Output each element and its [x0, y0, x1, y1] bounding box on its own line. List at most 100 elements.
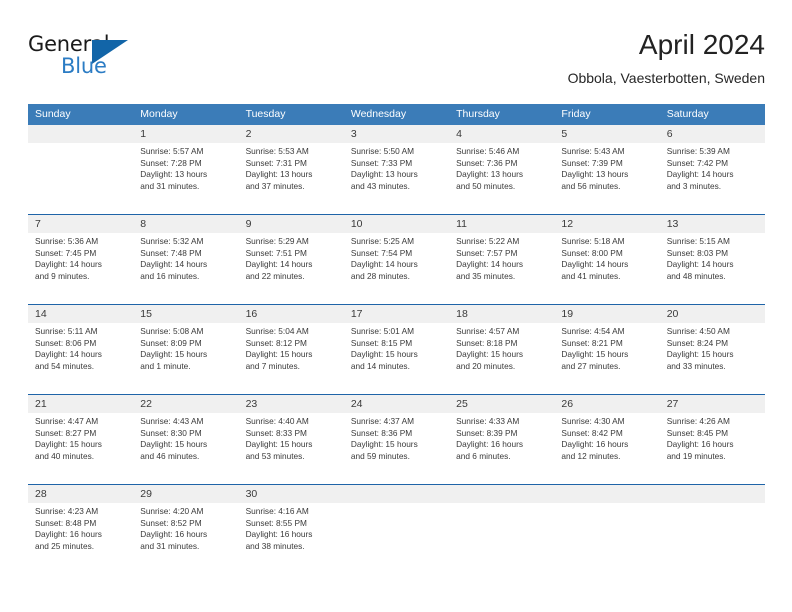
day-number[interactable]: 14 — [28, 304, 134, 323]
day-number[interactable]: 10 — [343, 214, 450, 233]
daylight-line1: Daylight: 13 hours — [350, 169, 418, 180]
day-cell[interactable]: Sunrise: 4:26 AM Sunset: 8:45 PM Dayligh… — [659, 413, 765, 485]
daylight-line1: Daylight: 15 hours — [350, 439, 418, 450]
daylight-line1: Daylight: 15 hours — [350, 349, 418, 360]
day-cell[interactable] — [554, 503, 660, 574]
day-cell[interactable]: Sunrise: 4:33 AM Sunset: 8:39 PM Dayligh… — [449, 413, 555, 485]
day-number[interactable]: 29 — [133, 484, 239, 503]
day-number[interactable]: 9 — [238, 214, 344, 233]
daylight-line1: Daylight: 15 hours — [666, 349, 734, 360]
day-cell[interactable] — [343, 503, 450, 574]
day-cell[interactable] — [449, 503, 555, 574]
day-cell[interactable]: Sunrise: 4:37 AM Sunset: 8:36 PM Dayligh… — [343, 413, 450, 485]
day-cell[interactable]: Sunrise: 4:40 AM Sunset: 8:33 PM Dayligh… — [238, 413, 344, 485]
sunrise-text: Sunrise: 5:22 AM — [456, 236, 520, 246]
day-number[interactable]: 5 — [554, 125, 660, 143]
calendar-table: Sunday Monday Tuesday Wednesday Thursday… — [28, 104, 765, 574]
day-number[interactable]: 6 — [659, 125, 765, 143]
sunset-text: Sunset: 8:18 PM — [456, 337, 518, 348]
day-number[interactable] — [28, 125, 134, 143]
day-number[interactable]: 21 — [28, 394, 134, 413]
day-cell[interactable]: Sunrise: 4:54 AM Sunset: 8:21 PM Dayligh… — [554, 323, 660, 395]
day-cell[interactable]: Sunrise: 5:04 AM Sunset: 8:12 PM Dayligh… — [238, 323, 344, 395]
day-cell[interactable]: Sunrise: 5:22 AM Sunset: 7:57 PM Dayligh… — [449, 233, 555, 305]
daylight-line1: Daylight: 15 hours — [561, 349, 629, 360]
day-cell[interactable]: Sunrise: 4:50 AM Sunset: 8:24 PM Dayligh… — [659, 323, 765, 395]
day-number[interactable]: 22 — [133, 394, 239, 413]
sunrise-text: Sunrise: 5:25 AM — [350, 236, 415, 246]
day-number[interactable]: 25 — [449, 394, 555, 413]
sunrise-text: Sunrise: 4:26 AM — [666, 416, 730, 426]
daylight-line2: and 3 minutes. — [666, 180, 722, 191]
day-number[interactable]: 24 — [343, 394, 450, 413]
sunset-text: Sunset: 8:03 PM — [666, 247, 729, 258]
day-number[interactable]: 1 — [133, 125, 239, 143]
day-cell[interactable]: Sunrise: 4:23 AM Sunset: 8:48 PM Dayligh… — [28, 503, 134, 574]
day-number[interactable]: 3 — [343, 125, 450, 143]
weekday-header-monday: Monday — [133, 104, 239, 125]
day-number[interactable]: 17 — [343, 304, 450, 323]
sunrise-text: Sunrise: 4:23 AM — [35, 506, 99, 516]
day-number[interactable] — [554, 484, 660, 503]
sunset-text: Sunset: 8:33 PM — [245, 427, 307, 438]
sunrise-text: Sunrise: 4:47 AM — [35, 416, 99, 426]
day-cell[interactable]: Sunrise: 5:29 AM Sunset: 7:51 PM Dayligh… — [238, 233, 344, 305]
day-cell[interactable] — [659, 503, 765, 574]
day-cell[interactable]: Sunrise: 5:25 AM Sunset: 7:54 PM Dayligh… — [343, 233, 450, 305]
sunset-text: Sunset: 8:30 PM — [140, 427, 202, 438]
day-cell[interactable]: Sunrise: 5:15 AM Sunset: 8:03 PM Dayligh… — [659, 233, 765, 305]
day-number[interactable]: 18 — [449, 304, 555, 323]
day-cell[interactable] — [28, 143, 134, 215]
brand-logo[interactable]: General Blue — [28, 32, 148, 84]
day-number[interactable]: 19 — [554, 304, 660, 323]
sunset-text: Sunset: 8:27 PM — [35, 427, 97, 438]
day-cell[interactable]: Sunrise: 4:30 AM Sunset: 8:42 PM Dayligh… — [554, 413, 660, 485]
day-number[interactable]: 12 — [554, 214, 660, 233]
day-number[interactable] — [343, 484, 450, 503]
day-cell[interactable]: Sunrise: 5:11 AM Sunset: 8:06 PM Dayligh… — [28, 323, 134, 395]
day-number[interactable] — [449, 484, 555, 503]
daylight-line1: Daylight: 13 hours — [561, 169, 629, 180]
week-1-info-row: Sunrise: 5:57 AM Sunset: 7:28 PM Dayligh… — [28, 143, 765, 215]
day-cell[interactable]: Sunrise: 5:50 AM Sunset: 7:33 PM Dayligh… — [343, 143, 450, 215]
daylight-line1: Daylight: 14 hours — [666, 259, 734, 270]
day-cell[interactable]: Sunrise: 5:53 AM Sunset: 7:31 PM Dayligh… — [238, 143, 344, 215]
day-cell[interactable]: Sunrise: 5:36 AM Sunset: 7:45 PM Dayligh… — [28, 233, 134, 305]
day-number[interactable]: 4 — [449, 125, 555, 143]
day-number[interactable]: 13 — [659, 214, 765, 233]
day-number[interactable]: 7 — [28, 214, 134, 233]
week-3-daynumber-row: 14 15 16 17 18 19 20 — [28, 304, 765, 323]
day-cell[interactable]: Sunrise: 4:20 AM Sunset: 8:52 PM Dayligh… — [133, 503, 239, 574]
day-cell[interactable]: Sunrise: 5:08 AM Sunset: 8:09 PM Dayligh… — [133, 323, 239, 395]
day-cell[interactable]: Sunrise: 5:43 AM Sunset: 7:39 PM Dayligh… — [554, 143, 660, 215]
day-number[interactable]: 11 — [449, 214, 555, 233]
daylight-line1: Daylight: 16 hours — [561, 439, 629, 450]
day-cell[interactable]: Sunrise: 5:18 AM Sunset: 8:00 PM Dayligh… — [554, 233, 660, 305]
daylight-line1: Daylight: 15 hours — [140, 439, 208, 450]
day-cell[interactable]: Sunrise: 5:39 AM Sunset: 7:42 PM Dayligh… — [659, 143, 765, 215]
day-number[interactable]: 28 — [28, 484, 134, 503]
day-number[interactable]: 2 — [238, 125, 344, 143]
day-number[interactable]: 23 — [238, 394, 344, 413]
day-cell[interactable]: Sunrise: 4:16 AM Sunset: 8:55 PM Dayligh… — [238, 503, 344, 574]
day-number[interactable]: 30 — [238, 484, 344, 503]
daylight-line2: and 14 minutes. — [350, 360, 410, 371]
day-number[interactable]: 26 — [554, 394, 660, 413]
day-number[interactable]: 8 — [133, 214, 239, 233]
daylight-line1: Daylight: 16 hours — [666, 439, 734, 450]
day-cell[interactable]: Sunrise: 5:01 AM Sunset: 8:15 PM Dayligh… — [343, 323, 450, 395]
day-cell[interactable]: Sunrise: 4:57 AM Sunset: 8:18 PM Dayligh… — [449, 323, 555, 395]
day-number[interactable]: 27 — [659, 394, 765, 413]
day-number[interactable]: 20 — [659, 304, 765, 323]
day-cell[interactable]: Sunrise: 5:46 AM Sunset: 7:36 PM Dayligh… — [449, 143, 555, 215]
sunrise-text: Sunrise: 5:18 AM — [561, 236, 625, 246]
day-cell[interactable]: Sunrise: 5:57 AM Sunset: 7:28 PM Dayligh… — [133, 143, 239, 215]
day-cell[interactable]: Sunrise: 5:32 AM Sunset: 7:48 PM Dayligh… — [133, 233, 239, 305]
day-number[interactable]: 16 — [238, 304, 344, 323]
daylight-line2: and 40 minutes. — [35, 450, 95, 461]
day-number[interactable] — [659, 484, 765, 503]
day-number[interactable]: 15 — [133, 304, 239, 323]
day-cell[interactable]: Sunrise: 4:47 AM Sunset: 8:27 PM Dayligh… — [28, 413, 134, 485]
day-cell[interactable]: Sunrise: 4:43 AM Sunset: 8:30 PM Dayligh… — [133, 413, 239, 485]
daylight-line1: Daylight: 14 hours — [35, 349, 102, 360]
